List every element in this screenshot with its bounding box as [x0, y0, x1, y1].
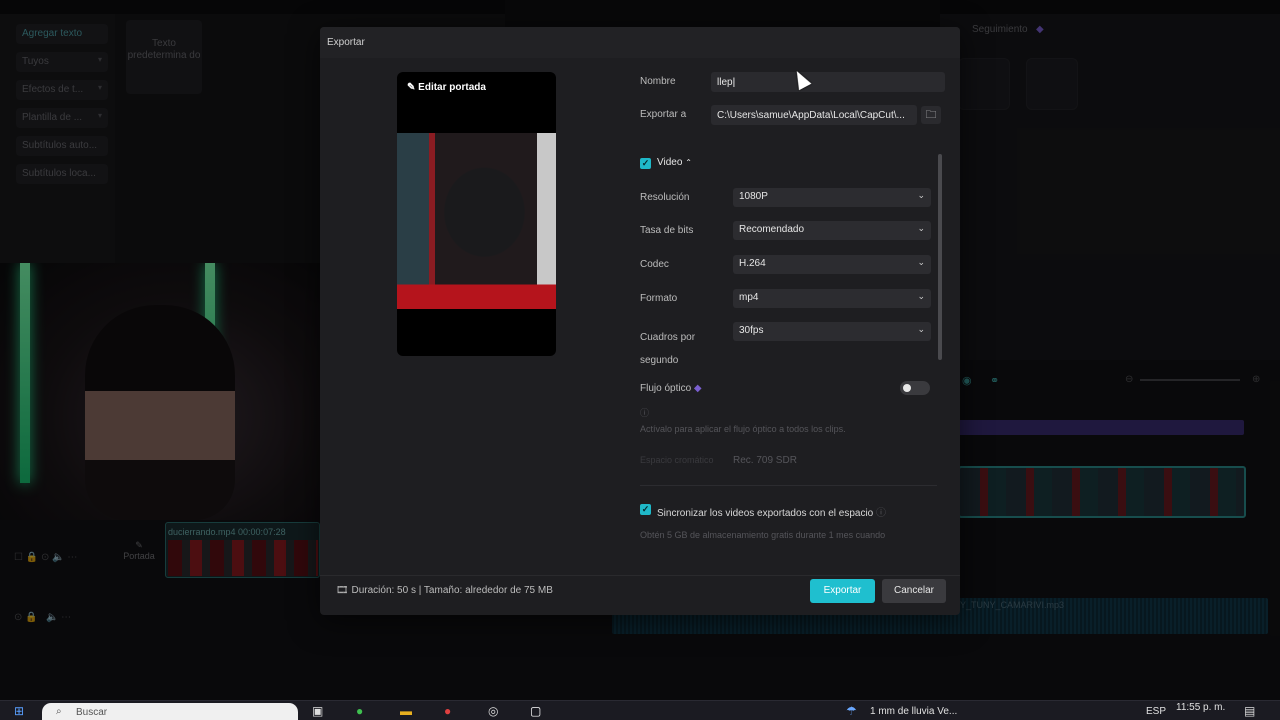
edit-cover-button[interactable]: ✎ Editar portada: [407, 82, 486, 93]
export-path-field[interactable]: C:\Users\samue\AppData\Local\CapCut\...: [711, 105, 917, 125]
sync-label: Sincronizar los videos exportados con el…: [657, 508, 887, 519]
codec-label: Codec: [640, 259, 669, 270]
bitrate-select[interactable]: Recomendado ⌄: [733, 221, 931, 240]
cover-thumbnail: [397, 133, 556, 309]
footer-info: 🎞 Duración: 50 s | Tamaño: alrededor de …: [336, 585, 553, 596]
chevron-down-icon: ⌄: [917, 291, 925, 301]
capcut-window: Agregar texto Tuyos ▾ Efectos de t... ▾ Pl…: [0, 0, 1280, 720]
optical-flow-toggle[interactable]: [900, 381, 930, 395]
name-label: Nombre: [640, 76, 676, 87]
resolution-label: Resolución: [640, 192, 690, 203]
export-dialog: Exportar ✎ Editar portada Nombre llep| E…: [320, 27, 960, 615]
windows-start-icon[interactable]: ⊞: [14, 704, 24, 718]
video-checkbox[interactable]: ✓: [640, 158, 651, 169]
info-icon: ⓘ: [876, 508, 887, 519]
settings-scrollbar[interactable]: [938, 154, 942, 360]
optical-flow-hint: Actívalo para aplicar el flujo óptico a …: [640, 424, 846, 434]
footer-divider: [320, 575, 960, 576]
pencil-icon: ✎: [407, 82, 419, 93]
app-icon-green[interactable]: ●: [356, 704, 363, 718]
app-icon-red[interactable]: ●: [444, 704, 451, 718]
format-select[interactable]: mp4 ⌄: [733, 289, 931, 308]
task-view-icon[interactable]: ▣: [312, 704, 323, 718]
color-space-label: Espacio cromático: [640, 455, 714, 465]
fps-label: Cuadros por segundo: [640, 332, 696, 366]
premium-diamond-icon: ◆: [693, 383, 702, 394]
chevron-down-icon: ⌄: [917, 257, 925, 267]
format-label: Formato: [640, 293, 678, 304]
taskbar-search[interactable]: ⌕ Buscar: [42, 703, 298, 720]
resolution-select[interactable]: 1080P ⌄: [733, 188, 931, 207]
notification-icon[interactable]: ▤: [1244, 704, 1255, 718]
clock[interactable]: 11:55 p. m.: [1176, 702, 1225, 713]
export-button[interactable]: Exportar: [810, 579, 875, 603]
video-section-label[interactable]: Video ⌃: [657, 157, 692, 168]
capcut-taskbar-icon[interactable]: ▢: [530, 704, 541, 718]
chevron-down-icon: ⌄: [917, 223, 925, 233]
file-explorer-icon[interactable]: ▬: [400, 704, 412, 718]
codec-select[interactable]: H.264 ⌄: [733, 255, 931, 274]
cancel-button[interactable]: Cancelar: [882, 579, 946, 603]
chevron-down-icon: ⌄: [917, 324, 925, 334]
language-indicator[interactable]: ESP: [1146, 706, 1166, 717]
dialog-title: Exportar: [327, 37, 365, 48]
cover-preview[interactable]: ✎ Editar portada: [397, 72, 556, 356]
folder-icon[interactable]: 🗀: [921, 106, 941, 124]
dialog-header: [320, 27, 960, 58]
chevron-up-icon: ⌃: [685, 158, 692, 167]
optical-flow-label: Flujo óptico ◆: [640, 383, 702, 394]
chevron-down-icon: ⌄: [917, 190, 925, 200]
export-to-label: Exportar a: [640, 109, 687, 120]
name-input[interactable]: llep|: [711, 72, 945, 92]
weather-text[interactable]: 1 mm de lluvia Ve...: [870, 706, 957, 717]
divider: [640, 485, 937, 486]
sync-hint: Obtén 5 GB de almacenamiento gratis dura…: [640, 530, 886, 540]
bitrate-label: Tasa de bits: [640, 225, 694, 236]
film-icon: 🎞: [336, 585, 352, 596]
sync-checkbox[interactable]: ✓: [640, 504, 651, 515]
fps-select[interactable]: 30fps ⌄: [733, 322, 931, 341]
info-icon: ⓘ: [640, 408, 650, 418]
windows-taskbar: ⊞ ⌕ Buscar ▣ ● ▬ ● ◎ ▢ ☂ 1 mm de lluvia V…: [0, 700, 1280, 720]
app-icon-gray[interactable]: ◎: [488, 704, 498, 718]
color-space-value: Rec. 709 SDR: [733, 455, 797, 466]
search-icon: ⌕: [56, 706, 62, 717]
weather-icon: ☂: [846, 704, 857, 718]
